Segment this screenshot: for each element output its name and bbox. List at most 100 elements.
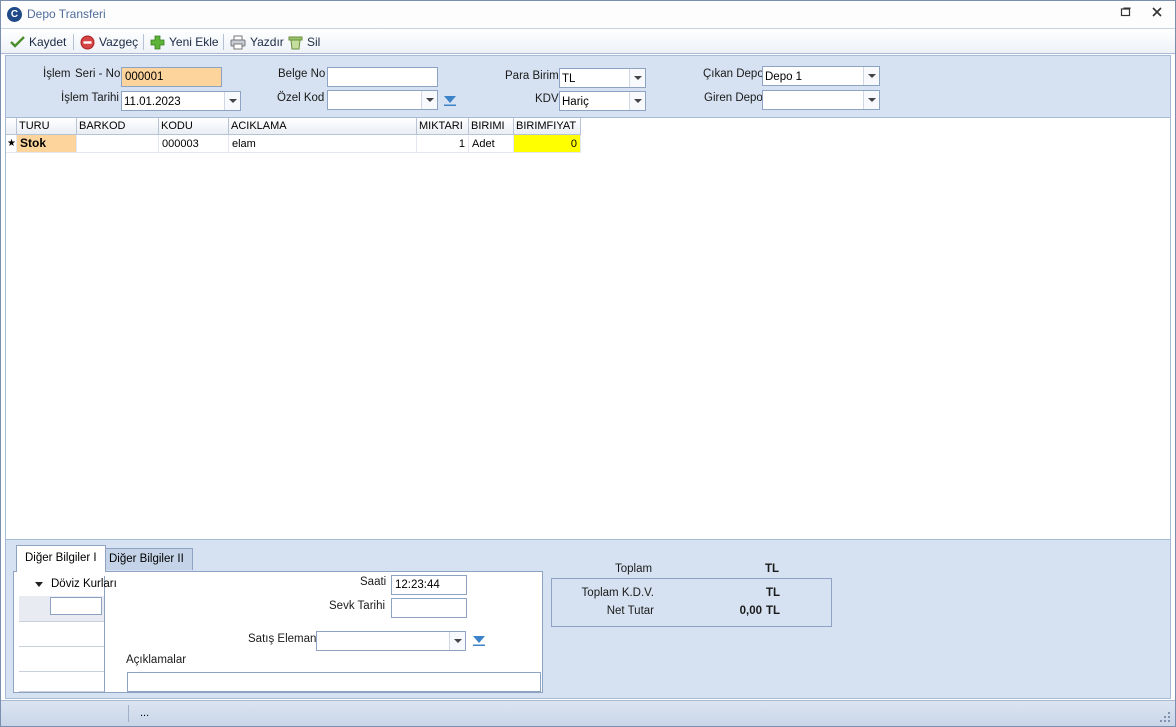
- add-new-label: Yeni Ekle: [169, 35, 219, 49]
- row-indicator-header: [6, 118, 17, 135]
- status-divider: [128, 705, 129, 722]
- filter-icon[interactable]: [472, 635, 486, 647]
- trash-icon: [288, 36, 303, 49]
- saati-label: Saati: [360, 576, 387, 588]
- cikan-depo-value: Depo 1: [765, 71, 803, 83]
- table-row[interactable]: ★ Stok 000003 elam 1 Adet 0: [6, 135, 581, 153]
- check-icon: [10, 36, 25, 48]
- seri-no-label: Seri - No: [75, 68, 121, 80]
- tab-page-diger-bilgiler-1: Döviz Kurları Saati 12:23:44 Sevk Tarihi…: [13, 571, 543, 693]
- add-new-button[interactable]: Yeni Ekle: [150, 33, 219, 51]
- column-header-barkod[interactable]: BARKOD: [77, 118, 159, 135]
- cell-birimi[interactable]: Adet: [469, 135, 514, 153]
- chevron-down-icon[interactable]: [421, 91, 437, 109]
- islem-label: İşlem: [43, 68, 71, 80]
- depo-transferi-window: C Depo Transferi Kaydet Vazgeç Yeni Ekle…: [0, 0, 1176, 727]
- grid-row: [19, 673, 104, 692]
- column-header-kodu[interactable]: KODU: [159, 118, 229, 135]
- header-form-panel: İşlem Seri - No 000001 İşlem Tarihi 11.0…: [5, 55, 1171, 118]
- delete-button[interactable]: Sil: [288, 33, 320, 51]
- kdv-select[interactable]: Hariç: [559, 91, 646, 111]
- islem-tarihi-field[interactable]: 11.01.2023: [121, 91, 241, 111]
- tab-diger-bilgiler-1[interactable]: Diğer Bilgiler I: [16, 545, 106, 572]
- giren-depo-select[interactable]: [762, 90, 880, 110]
- plus-icon: [150, 35, 165, 49]
- toplam-kdv-label: Toplam K.D.V.: [581, 587, 654, 599]
- stop-icon: [80, 35, 95, 49]
- ozel-kod-field[interactable]: [327, 90, 438, 110]
- aciklamalar-field[interactable]: [127, 672, 541, 692]
- aciklamalar-label: Açıklamalar: [126, 654, 187, 666]
- chevron-down-icon[interactable]: [863, 67, 879, 85]
- cell-birimfiyat[interactable]: 0: [514, 135, 581, 153]
- app-logo-icon: C: [7, 7, 22, 22]
- restore-icon[interactable]: [1118, 6, 1134, 22]
- belge-no-field[interactable]: [327, 67, 438, 87]
- column-header-birimi[interactable]: BIRIMI: [469, 118, 514, 135]
- cikan-depo-select[interactable]: Depo 1: [762, 66, 880, 86]
- status-bar: ...: [1, 700, 1175, 726]
- net-tutar-value: 0,00: [739, 605, 762, 617]
- column-header-miktari[interactable]: MIKTARI: [417, 118, 469, 135]
- doviz-kurlari-label: Döviz Kurları: [51, 578, 117, 590]
- save-label: Kaydet: [29, 35, 67, 49]
- cell-kodu[interactable]: 000003: [159, 135, 229, 153]
- sevk-tarihi-field[interactable]: [391, 598, 467, 618]
- collapse-arrow-icon[interactable]: [35, 582, 43, 588]
- column-header-turu[interactable]: TURU: [17, 118, 77, 135]
- para-birimi-label: Para Birimi: [505, 70, 562, 82]
- chevron-down-icon[interactable]: [224, 92, 240, 110]
- satis-elemani-select[interactable]: [316, 631, 466, 651]
- islem-no-field[interactable]: 000001: [121, 67, 222, 87]
- column-header-aciklama[interactable]: ACIKLAMA: [229, 118, 417, 135]
- satis-elemani-label: Satış Elemanı: [248, 633, 320, 645]
- print-label: Yazdır: [250, 35, 284, 49]
- print-button[interactable]: Yazdır: [230, 33, 284, 51]
- toolbar-divider: [143, 34, 144, 50]
- net-tutar-currency: TL: [766, 605, 781, 617]
- islem-tarihi-value: 11.01.2023: [124, 96, 181, 108]
- toolbar-divider: [223, 34, 224, 50]
- ozel-kod-label: Özel Kod: [277, 92, 325, 104]
- sevk-tarihi-label: Sevk Tarihi: [329, 600, 386, 612]
- kdv-value: Hariç: [562, 96, 589, 108]
- toolbar-divider: [73, 34, 74, 50]
- new-row-indicator-icon: ★: [6, 135, 17, 153]
- filter-icon[interactable]: [443, 95, 457, 107]
- para-birimi-select[interactable]: TL: [559, 68, 646, 88]
- grid-row: [19, 648, 104, 672]
- giren-depo-label: Giren Depo: [704, 92, 763, 104]
- title-bar: C Depo Transferi: [1, 1, 1175, 28]
- bottom-panel: Diğer Bilgiler I Diğer Bilgiler II Döviz…: [5, 539, 1171, 699]
- items-grid: TURU BARKOD KODU ACIKLAMA MIKTARI BIRIMI…: [5, 118, 1171, 539]
- chevron-down-icon[interactable]: [629, 92, 645, 110]
- grid-row: [19, 623, 104, 647]
- column-header-birimfiyat[interactable]: BIRIMFIYAT: [514, 118, 581, 135]
- islem-tarihi-label: İşlem Tarihi: [61, 92, 119, 104]
- saati-field[interactable]: 12:23:44: [391, 575, 467, 595]
- cell-turu[interactable]: Stok: [17, 135, 77, 153]
- chevron-down-icon[interactable]: [449, 632, 465, 650]
- toplam-kdv-currency: TL: [766, 587, 781, 599]
- toplam-label: Toplam: [615, 563, 653, 575]
- cancel-button[interactable]: Vazgeç: [80, 33, 138, 51]
- cell-barkod[interactable]: [77, 135, 159, 153]
- grid-header: TURU BARKOD KODU ACIKLAMA MIKTARI BIRIMI…: [6, 118, 581, 135]
- window-title: Depo Transferi: [27, 7, 106, 21]
- cell-miktari[interactable]: 1: [417, 135, 469, 153]
- para-birimi-value: TL: [562, 73, 576, 85]
- close-icon[interactable]: [1149, 6, 1165, 22]
- tab-diger-bilgiler-2[interactable]: Diğer Bilgiler II: [100, 548, 193, 570]
- kdv-label: KDV: [535, 93, 559, 105]
- chevron-down-icon[interactable]: [863, 91, 879, 109]
- chevron-down-icon[interactable]: [629, 69, 645, 87]
- cikan-depo-label: Çıkan Depo: [703, 68, 764, 80]
- resize-grip-icon[interactable]: [1159, 711, 1171, 723]
- belge-no-label: Belge No: [278, 68, 326, 80]
- status-text: ...: [140, 707, 150, 719]
- save-button[interactable]: Kaydet: [10, 33, 66, 51]
- toolbar: Kaydet Vazgeç Yeni Ekle Yazdır Sil: [1, 28, 1175, 54]
- doviz-kuru-field[interactable]: [50, 597, 102, 615]
- printer-icon: [230, 35, 246, 49]
- cell-aciklama[interactable]: elam: [229, 135, 417, 153]
